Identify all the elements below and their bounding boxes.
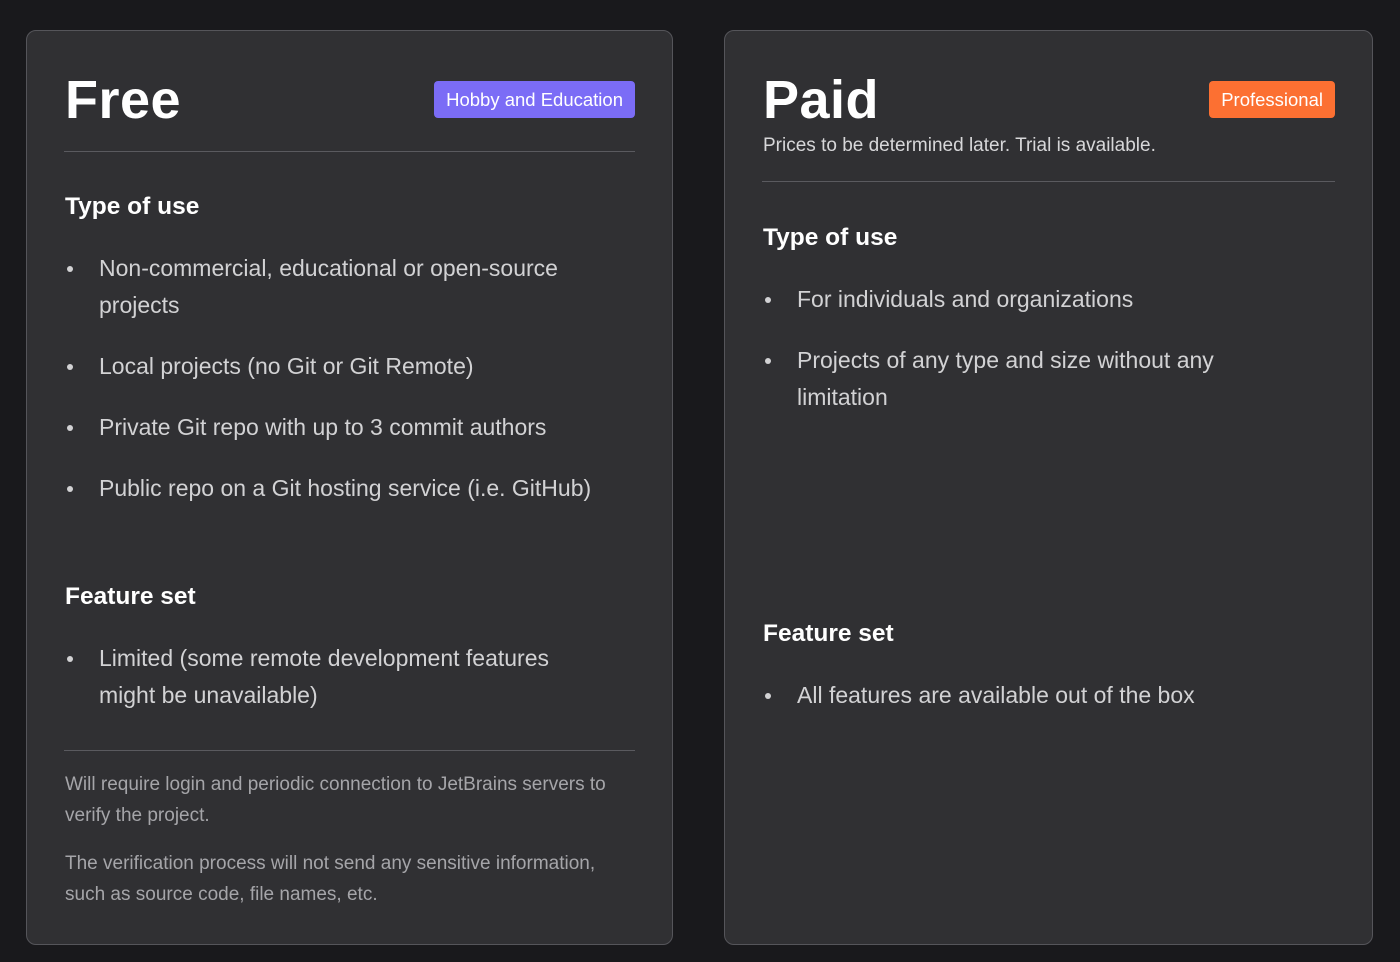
bullet-icon (67, 656, 73, 662)
bullet-icon (67, 485, 73, 492)
section-title-feature-set: Feature set (763, 620, 894, 647)
list-item: Non-commercial, educational or open-sour… (65, 250, 605, 323)
list-item-text: Public repo on a Git hosting service (i.… (99, 474, 592, 501)
list-item: All features are available out of the bo… (763, 677, 1303, 714)
list-item-text: Limited (some remote development feature… (99, 645, 549, 708)
bullet-icon (765, 358, 771, 364)
free-plan-card: Free Hobby and Education Type of use Non… (26, 30, 673, 945)
bullet-icon (765, 693, 771, 699)
list-item-text: For individuals and organizations (797, 286, 1134, 312)
type-of-use-list: Non-commercial, educational or open-sour… (65, 250, 605, 531)
plan-badge: Hobby and Education (434, 81, 635, 118)
list-item-text: Private Git repo with up to 3 commit aut… (99, 413, 547, 440)
bullet-icon (67, 424, 73, 431)
feature-set-list: Limited (some remote development feature… (65, 640, 605, 738)
plan-title: Free (65, 70, 182, 130)
bullet-icon (765, 297, 771, 303)
plan-badge: Professional (1209, 81, 1335, 118)
section-title-type-of-use: Type of use (65, 193, 200, 220)
list-item: For individuals and organizations (763, 281, 1303, 318)
divider (64, 750, 635, 751)
list-item: Public repo on a Git hosting service (i.… (65, 470, 605, 507)
list-item: Local projects (no Git or Git Remote) (65, 348, 605, 385)
list-item-text: All features are available out of the bo… (797, 682, 1195, 708)
list-item-text: Non-commercial, educational or open-sour… (99, 255, 558, 318)
divider (762, 181, 1335, 182)
paid-plan-card: Paid Professional Prices to be determine… (724, 30, 1373, 945)
section-title-type-of-use: Type of use (763, 224, 898, 251)
section-title-feature-set: Feature set (65, 583, 196, 610)
plan-title: Paid (763, 70, 880, 130)
list-item-text: Local projects (no Git or Git Remote) (99, 352, 474, 379)
divider (64, 151, 635, 152)
list-item: Limited (some remote development feature… (65, 640, 605, 713)
verification-note: Will require login and periodic connecti… (65, 774, 606, 826)
privacy-note: The verification process will not send a… (65, 853, 596, 905)
plan-subtitle: Prices to be determined later. Trial is … (763, 135, 1156, 156)
bullet-icon (67, 363, 73, 370)
list-item-text: Projects of any type and size without an… (797, 347, 1214, 410)
list-item: Private Git repo with up to 3 commit aut… (65, 409, 605, 446)
type-of-use-list: For individuals and organizations Projec… (763, 281, 1303, 440)
list-item: Projects of any type and size without an… (763, 342, 1303, 415)
feature-set-list: All features are available out of the bo… (763, 677, 1303, 738)
bullet-icon (67, 266, 73, 272)
